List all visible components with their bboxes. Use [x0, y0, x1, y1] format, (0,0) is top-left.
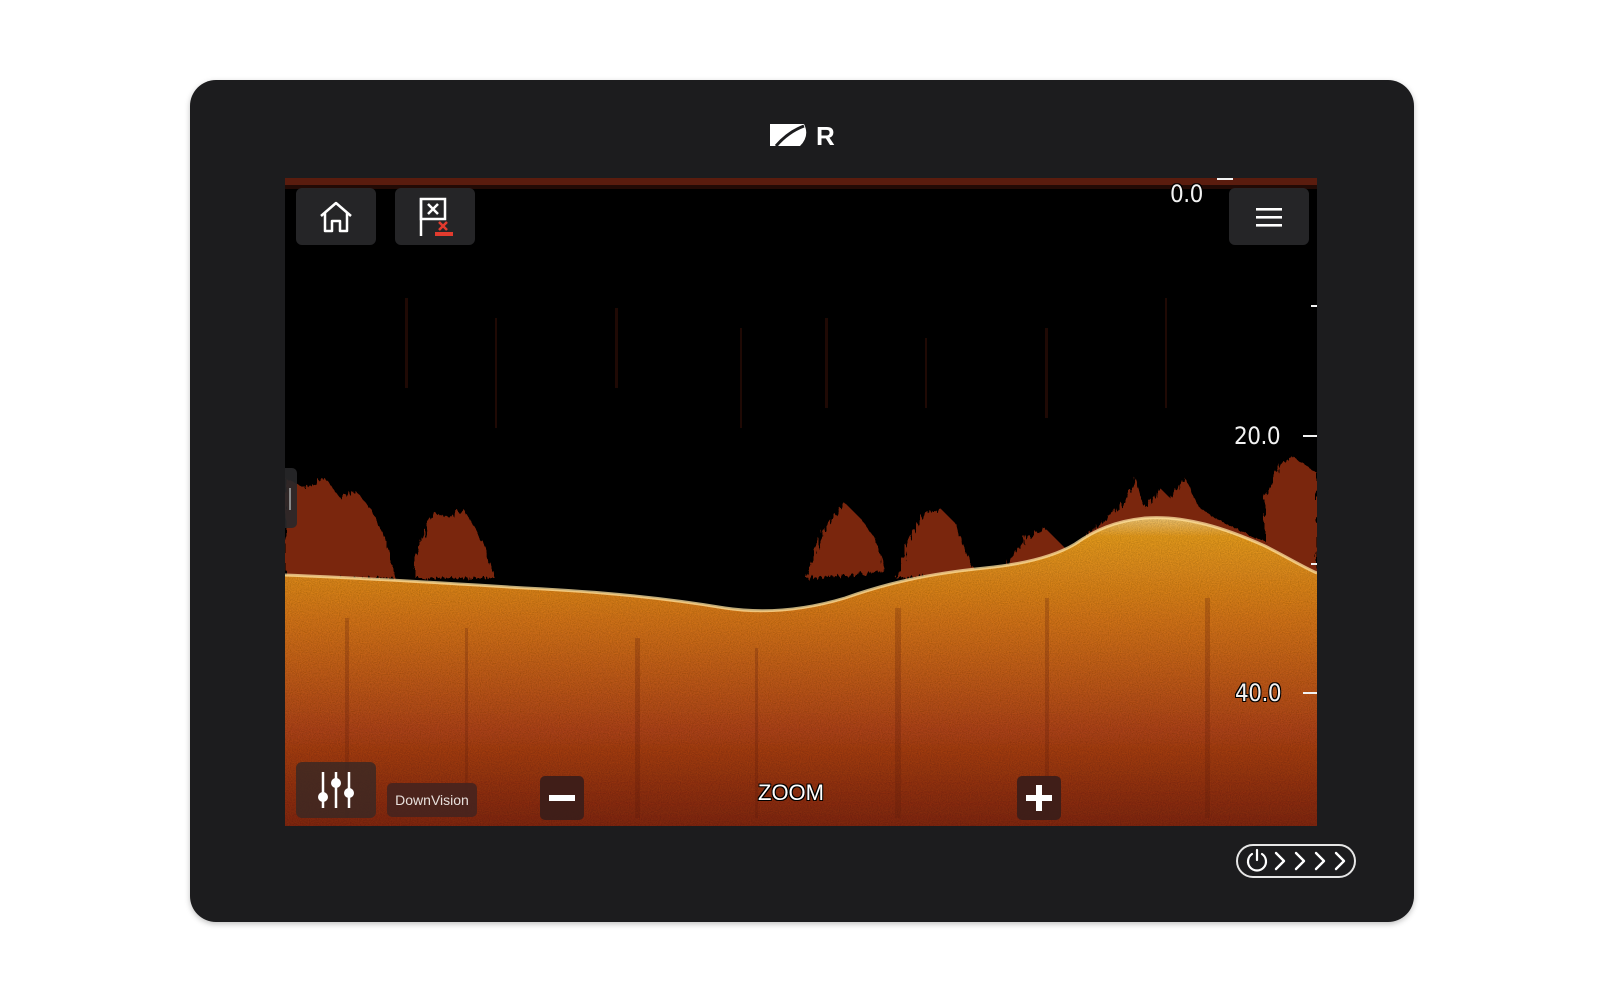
minus-icon	[549, 795, 575, 801]
depth-label-20: 20.0	[1234, 422, 1281, 450]
zoom-label: ZOOM	[758, 780, 824, 805]
swipe-arrows-icon	[1274, 851, 1346, 871]
home-icon	[320, 201, 352, 232]
hamburger-menu-icon	[1256, 207, 1282, 227]
depth-tick	[1303, 435, 1317, 437]
power-icon	[1246, 848, 1268, 872]
handle-grip	[289, 488, 291, 510]
svg-text:R: R	[816, 122, 835, 148]
depth-label-40: 40.0	[1235, 679, 1282, 707]
sliders-icon	[318, 772, 354, 808]
waypoint-button[interactable]	[395, 188, 475, 245]
menu-button[interactable]	[1229, 188, 1309, 245]
sidebar-pull-handle[interactable]	[285, 468, 297, 528]
raymarine-logo: R	[770, 122, 835, 148]
depth-tick	[1303, 692, 1317, 694]
depth-tick	[1311, 305, 1317, 307]
plus-icon	[1026, 785, 1052, 811]
depth-tick	[1311, 563, 1317, 565]
waypoint-flag-icon	[419, 197, 453, 236]
home-button[interactable]	[296, 188, 376, 245]
sonar-settings-button[interactable]	[296, 762, 376, 818]
zoom-in-button[interactable]	[1017, 776, 1061, 820]
depth-label-0: 0.0	[1170, 180, 1203, 208]
power-swipe-key[interactable]	[1236, 844, 1356, 878]
depth-tick	[1217, 178, 1233, 180]
downvision-sonar-image	[285, 178, 1317, 826]
sonar-screen[interactable]: 0.0 20.0 40.0 DownVision ZOOM	[285, 178, 1317, 826]
sonar-mode-label[interactable]: DownVision	[387, 783, 477, 817]
zoom-out-button[interactable]	[540, 776, 584, 820]
chartplotter-device: R 0.0 20.0 40.0 DownVision ZOOM	[190, 80, 1414, 922]
